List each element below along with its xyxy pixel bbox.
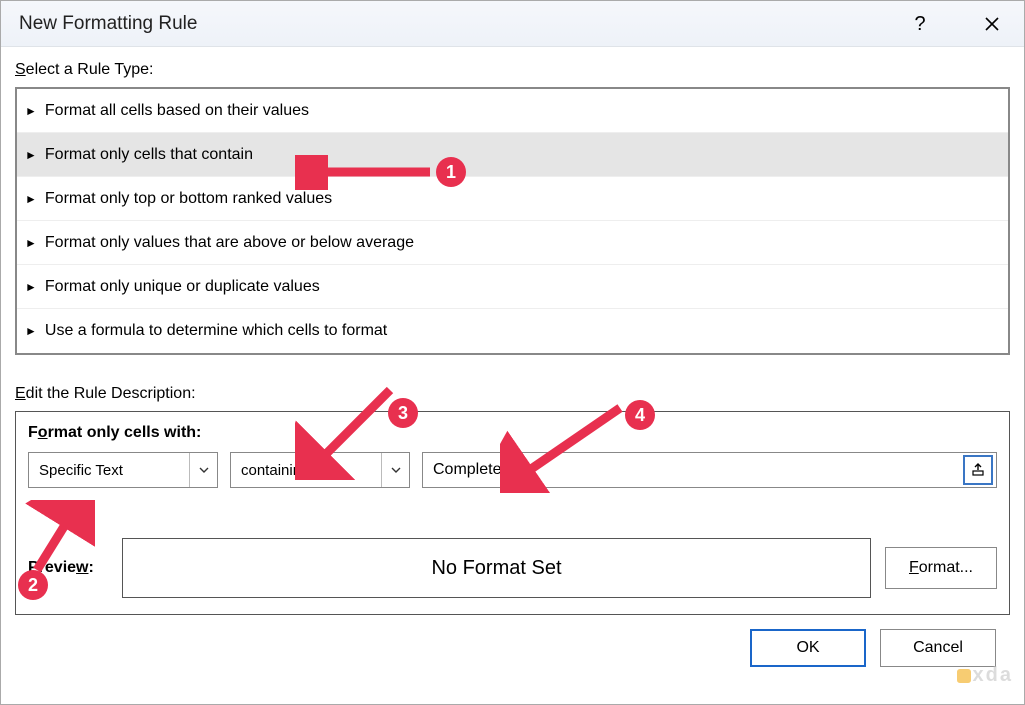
edit-rule-label: Edit the Rule Description:	[15, 385, 1010, 403]
bullet-icon: ►	[25, 192, 37, 206]
edit-rule-box: Format only cells with: Specific Text co…	[15, 411, 1010, 615]
rule-type-item[interactable]: ► Format only cells that contain	[17, 133, 1008, 177]
condition-operator-dropdown[interactable]: containing	[230, 452, 410, 488]
range-selector-icon	[971, 463, 985, 477]
bullet-icon: ►	[25, 324, 37, 338]
rule-type-item[interactable]: ► Format only unique or duplicate values	[17, 265, 1008, 309]
condition-type-value: Specific Text	[39, 462, 123, 479]
rule-type-label: Format only top or bottom ranked values	[45, 190, 332, 208]
chevron-down-icon	[189, 453, 217, 487]
dialog-content: Select a Rule Type: ► Format all cells b…	[1, 47, 1024, 704]
range-selector-button[interactable]	[963, 455, 993, 485]
bullet-icon: ►	[25, 280, 37, 294]
titlebar-controls: ?	[900, 1, 1012, 47]
preview-box: No Format Set	[122, 538, 871, 598]
format-button[interactable]: Format...	[885, 547, 997, 589]
dialog-footer: OK Cancel	[15, 615, 1010, 685]
format-only-cells-with-label: Format only cells with:	[28, 424, 997, 442]
select-rule-type-label: Select a Rule Type:	[15, 61, 1010, 79]
rule-type-list[interactable]: ► Format all cells based on their values…	[15, 87, 1010, 355]
condition-value-wrap	[422, 452, 997, 488]
rule-type-item[interactable]: ► Format only top or bottom ranked value…	[17, 177, 1008, 221]
rule-type-label: Format only unique or duplicate values	[45, 278, 320, 296]
ok-button[interactable]: OK	[750, 629, 866, 667]
condition-row: Specific Text containing	[28, 452, 997, 488]
bullet-icon: ►	[25, 104, 37, 118]
rule-type-item[interactable]: ► Use a formula to determine which cells…	[17, 309, 1008, 353]
condition-operator-value: containing	[241, 462, 309, 479]
bullet-icon: ►	[25, 148, 37, 162]
cancel-button[interactable]: Cancel	[880, 629, 996, 667]
rule-type-item[interactable]: ► Format all cells based on their values	[17, 89, 1008, 133]
bullet-icon: ►	[25, 236, 37, 250]
help-button[interactable]: ?	[900, 9, 940, 39]
preview-label: Preview:	[28, 559, 108, 577]
close-icon	[984, 16, 1000, 32]
edit-rule-section: Edit the Rule Description: Format only c…	[15, 385, 1010, 615]
rule-type-label: Format only values that are above or bel…	[45, 234, 414, 252]
new-formatting-rule-dialog: New Formatting Rule ? Select a Rule Type…	[0, 0, 1025, 705]
condition-value-input[interactable]	[423, 453, 963, 487]
titlebar: New Formatting Rule ?	[1, 1, 1024, 47]
condition-type-dropdown[interactable]: Specific Text	[28, 452, 218, 488]
rule-type-label: Use a formula to determine which cells t…	[45, 322, 387, 340]
preview-row: Preview: No Format Set Format...	[28, 538, 997, 598]
close-button[interactable]	[972, 9, 1012, 39]
chevron-down-icon	[381, 453, 409, 487]
dialog-title: New Formatting Rule	[19, 13, 197, 35]
rule-type-label: Format all cells based on their values	[45, 102, 309, 120]
rule-type-item[interactable]: ► Format only values that are above or b…	[17, 221, 1008, 265]
rule-type-label: Format only cells that contain	[45, 146, 253, 164]
